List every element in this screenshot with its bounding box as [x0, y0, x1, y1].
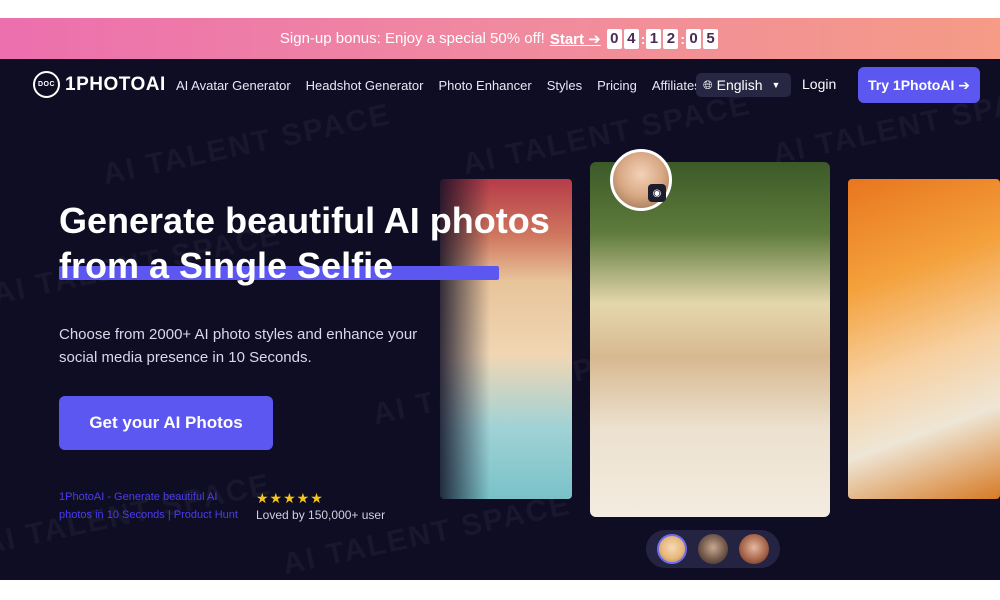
- sample-photo-hat: [590, 162, 830, 517]
- get-ai-photos-button[interactable]: Get your AI Photos: [59, 396, 273, 450]
- countdown-timer: 0 4 : 1 2 : 0 5: [606, 28, 720, 49]
- countdown-digit: 0: [606, 28, 622, 49]
- product-hunt-badge[interactable]: 1PhotoAI - Generate beautiful AI photos …: [59, 488, 249, 524]
- watermark: AI TALENT SPACE: [280, 488, 575, 580]
- promo-banner: Sign-up bonus: Enjoy a special 50% off! …: [0, 18, 1000, 59]
- hero-title-line1: Generate beautiful AI photos: [59, 200, 550, 241]
- nav-link-styles[interactable]: Styles: [547, 78, 582, 93]
- logo-mark-icon: DOC: [33, 71, 60, 98]
- sample-photo-halloween: [848, 179, 1000, 499]
- social-proof-text: Loved by 150,000+ user: [256, 508, 386, 522]
- promo-text: Sign-up bonus: Enjoy a special 50% off!: [279, 30, 545, 47]
- hero-title-line2: from a Single Selfie: [59, 245, 394, 286]
- language-select[interactable]: 🌐︎ English ▼: [696, 73, 791, 97]
- countdown-digit: 5: [703, 28, 719, 49]
- nav-link-headshot-generator[interactable]: Headshot Generator: [306, 78, 424, 93]
- language-label: English: [716, 77, 763, 93]
- try-1photoai-button[interactable]: Try 1PhotoAI ➔: [858, 67, 980, 103]
- countdown-digit: 4: [623, 28, 639, 49]
- hero-title: Generate beautiful AI photos from a Sing…: [59, 198, 579, 288]
- page-frame: AI TALENT SPACE AI TALENT SPACE AI TALEN…: [0, 18, 1000, 580]
- top-nav: DOC 1PHOTOAI AI Avatar Generator Headsho…: [0, 59, 1000, 111]
- nav-link-pricing[interactable]: Pricing: [597, 78, 637, 93]
- logo[interactable]: DOC 1PHOTOAI: [33, 71, 166, 98]
- countdown-separator: :: [640, 30, 646, 47]
- hero-subtitle: Choose from 2000+ AI photo styles and en…: [59, 326, 418, 366]
- chevron-down-icon: ▼: [771, 80, 781, 90]
- logo-text: 1PHOTOAI: [65, 73, 166, 95]
- countdown-separator: :: [680, 30, 686, 47]
- countdown-digit: 2: [663, 28, 679, 49]
- nav-link-affiliates[interactable]: Affiliates: [652, 78, 701, 93]
- avatar-thumb[interactable]: [738, 534, 769, 564]
- camera-icon: ◉: [648, 184, 666, 202]
- nav-link-ai-avatar-generator[interactable]: AI Avatar Generator: [176, 78, 291, 93]
- countdown-digit: 0: [686, 28, 702, 49]
- rating-stars: ★★★★★: [256, 490, 324, 506]
- promo-start-link[interactable]: Start ➔: [550, 30, 601, 48]
- nav-links: AI Avatar Generator Headshot Generator P…: [176, 59, 716, 111]
- avatar-switcher: [646, 530, 780, 568]
- avatar-thumb[interactable]: [697, 534, 728, 564]
- countdown-digit: 1: [646, 28, 662, 49]
- globe-icon: 🌐︎: [703, 77, 713, 92]
- avatar-thumb[interactable]: [657, 534, 688, 564]
- login-link[interactable]: Login: [802, 76, 836, 92]
- nav-link-photo-enhancer[interactable]: Photo Enhancer: [438, 78, 531, 93]
- watermark: AI TALENT SPACE: [100, 98, 395, 192]
- logo-mark-text: DOC: [37, 81, 56, 88]
